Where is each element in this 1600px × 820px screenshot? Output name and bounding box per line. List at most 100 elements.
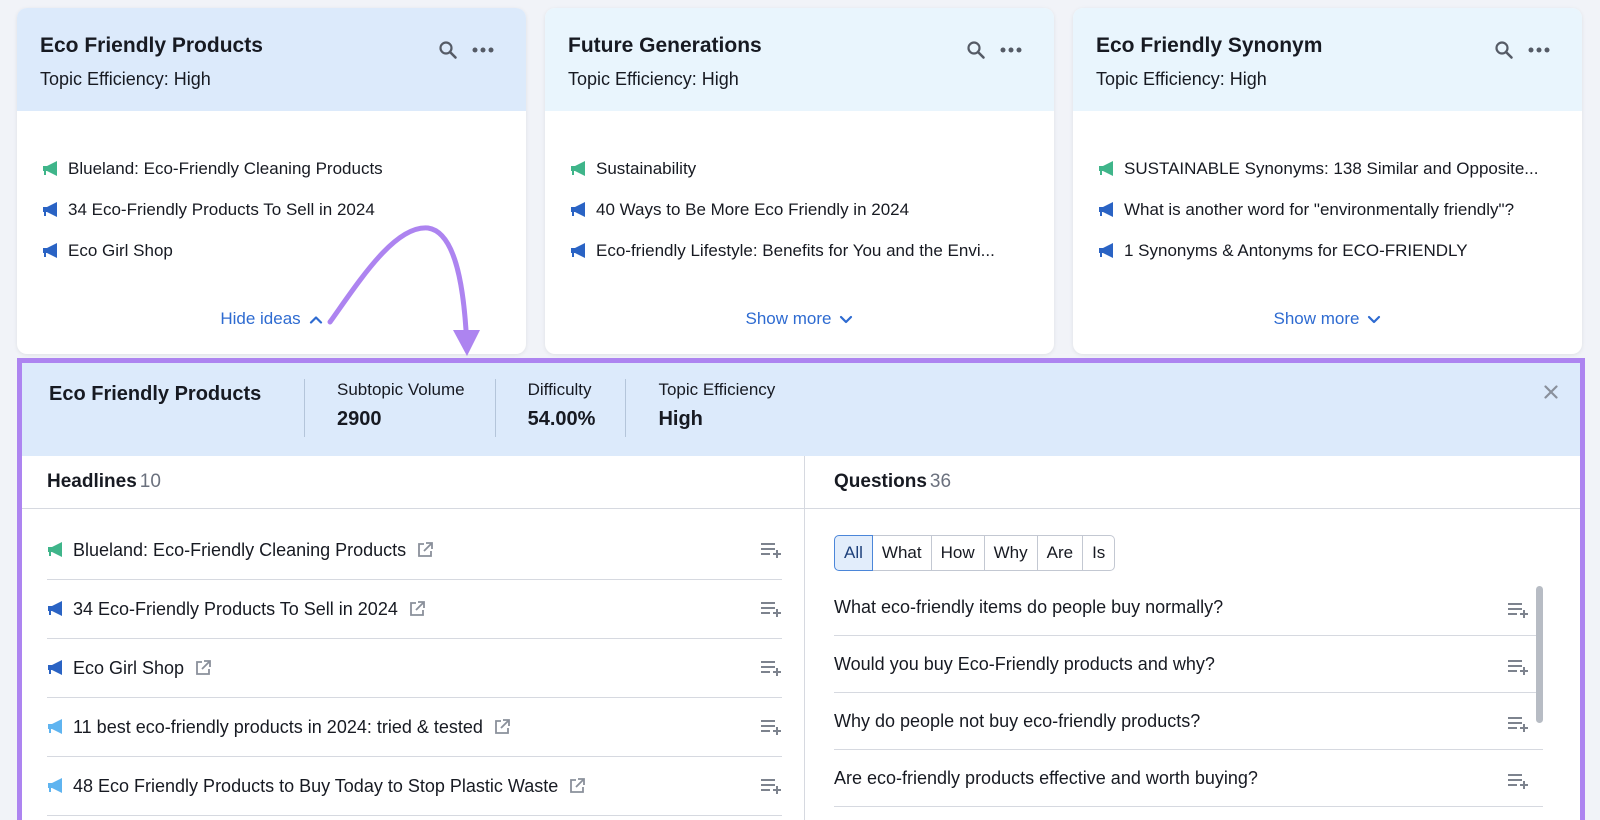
headlines-column: Headlines 10 Blueland: Eco-Friendly Clean…: [22, 456, 805, 820]
headline-row[interactable]: 48 Eco Friendly Products to Buy Today to…: [47, 757, 782, 816]
external-link-icon[interactable]: [568, 777, 586, 795]
question-row[interactable]: What eco-friendly items do people buy no…: [834, 579, 1543, 636]
card-idea-list: SUSTAINABLE Synonyms: 138 Similar and Op…: [1073, 111, 1582, 271]
card-idea-item[interactable]: Eco-friendly Lifestyle: Benefits for You…: [570, 230, 1030, 271]
megaphone-blue-icon: [571, 242, 585, 258]
headline-text: 11 best eco-friendly products in 2024: t…: [73, 716, 483, 737]
show-more-link[interactable]: Show more: [1073, 309, 1582, 329]
question-row[interactable]: Are eco-friendly products effective and …: [834, 750, 1543, 807]
card-idea-text: Sustainability: [596, 158, 697, 178]
metric-value: 2900: [337, 408, 382, 430]
card-idea-item[interactable]: SUSTAINABLE Synonyms: 138 Similar and Op…: [1098, 148, 1558, 189]
filter-is[interactable]: Is: [1083, 535, 1116, 571]
add-to-list-icon[interactable]: [760, 777, 782, 795]
card-tools: [438, 40, 494, 60]
topic-card-future-generations[interactable]: Future Generations Topic Efficiency: Hig…: [545, 8, 1054, 354]
question-filter-group: All What How Why Are Is: [834, 535, 1580, 571]
card-idea-item[interactable]: 40 Ways to Be More Eco Friendly in 2024: [570, 189, 1030, 230]
card-header: Eco Friendly Synonym Topic Efficiency: H…: [1073, 8, 1582, 111]
card-idea-item[interactable]: Eco Girl Shop: [42, 230, 502, 271]
card-title: Eco Friendly Synonym: [1096, 34, 1323, 57]
megaphone-blue-icon: [571, 201, 585, 217]
headlines-label: Headlines: [47, 471, 137, 492]
filter-why[interactable]: Why: [984, 535, 1038, 571]
filter-how[interactable]: How: [931, 535, 985, 571]
link-label: Show more: [745, 309, 832, 328]
card-idea-text: 40 Ways to Be More Eco Friendly in 2024: [596, 199, 910, 219]
external-link-icon[interactable]: [416, 541, 434, 559]
add-to-list-icon[interactable]: [760, 600, 782, 618]
megaphone-green-icon: [1099, 160, 1113, 176]
card-header: Eco Friendly Products Topic Efficiency: …: [17, 8, 526, 111]
question-text: Would you buy Eco-Friendly products and …: [834, 653, 1215, 674]
add-to-list-icon[interactable]: [1507, 715, 1529, 733]
external-link-icon[interactable]: [408, 600, 426, 618]
headlines-list: Blueland: Eco-Friendly Cleaning Products…: [22, 509, 782, 816]
headline-row[interactable]: Eco Girl Shop: [47, 639, 782, 698]
external-link-icon[interactable]: [194, 659, 212, 677]
headline-row[interactable]: 11 best eco-friendly products in 2024: t…: [47, 698, 782, 757]
add-to-list-icon[interactable]: [1507, 601, 1529, 619]
megaphone-blue-icon: [43, 242, 57, 258]
filter-all[interactable]: All: [834, 535, 873, 571]
close-icon[interactable]: [1544, 385, 1558, 399]
metric-value: 54.00%: [527, 408, 596, 430]
card-idea-item[interactable]: What is another word for "environmentall…: [1098, 189, 1558, 230]
add-to-list-icon[interactable]: [1507, 658, 1529, 676]
card-idea-item[interactable]: Sustainability: [570, 148, 1030, 189]
hide-ideas-link[interactable]: Hide ideas: [17, 309, 526, 329]
card-idea-item[interactable]: 1 Synonyms & Antonyms for ECO-FRIENDLY: [1098, 230, 1558, 271]
question-row[interactable]: Why do people not buy eco-friendly produ…: [834, 693, 1543, 750]
more-icon[interactable]: [472, 47, 494, 53]
card-idea-text: Blueland: Eco-Friendly Cleaning Products: [68, 158, 383, 178]
megaphone-blue-icon: [1099, 242, 1113, 258]
card-idea-text: Eco Girl Shop: [68, 240, 173, 260]
megaphone-green-icon: [48, 542, 62, 557]
add-to-list-icon[interactable]: [760, 659, 782, 677]
topic-card-eco-friendly-products[interactable]: Eco Friendly Products Topic Efficiency: …: [17, 8, 526, 354]
card-idea-text: Eco-friendly Lifestyle: Benefits for You…: [596, 240, 995, 260]
question-text: Are eco-friendly products effective and …: [834, 767, 1258, 788]
headline-text: Eco Girl Shop: [73, 657, 185, 678]
headline-text: 34 Eco-Friendly Products To Sell in 2024: [73, 598, 398, 619]
headline-row[interactable]: 34 Eco-Friendly Products To Sell in 2024: [47, 580, 782, 639]
questions-label: Questions: [834, 471, 927, 492]
questions-count: 36: [929, 471, 952, 492]
headlines-header: Headlines 10: [22, 456, 804, 509]
search-icon[interactable]: [438, 40, 458, 60]
questions-scrollbar[interactable]: [1536, 586, 1543, 723]
topic-card-eco-friendly-synonym[interactable]: Eco Friendly Synonym Topic Efficiency: H…: [1073, 8, 1582, 354]
megaphone-green-icon: [571, 160, 585, 176]
metric-label: Difficulty: [527, 380, 592, 399]
search-icon[interactable]: [966, 40, 986, 60]
headline-row[interactable]: Blueland: Eco-Friendly Cleaning Products: [47, 521, 782, 580]
add-to-list-icon[interactable]: [1507, 772, 1529, 790]
metric-topic-efficiency: Topic Efficiency High: [626, 379, 775, 437]
chevron-down-icon: [1368, 315, 1381, 323]
link-label: Show more: [1273, 309, 1360, 328]
card-idea-item[interactable]: 34 Eco-Friendly Products To Sell in 2024: [42, 189, 502, 230]
external-link-icon[interactable]: [493, 718, 511, 736]
topic-detail-panel: Eco Friendly Products Subtopic Volume 29…: [17, 358, 1585, 820]
show-more-link[interactable]: Show more: [545, 309, 1054, 329]
panel-title-block: Eco Friendly Products: [22, 379, 305, 437]
more-icon[interactable]: [1528, 47, 1550, 53]
filter-what[interactable]: What: [872, 535, 932, 571]
card-subtitle: Topic Efficiency: High: [568, 69, 739, 89]
add-to-list-icon[interactable]: [760, 718, 782, 736]
card-title: Eco Friendly Products: [40, 34, 263, 57]
add-to-list-icon[interactable]: [760, 541, 782, 559]
metric-label: Subtopic Volume: [337, 380, 465, 399]
question-row[interactable]: Would you buy Eco-Friendly products and …: [834, 636, 1543, 693]
card-subtitle: Topic Efficiency: High: [40, 69, 211, 89]
questions-list: What eco-friendly items do people buy no…: [805, 571, 1543, 807]
card-idea-item[interactable]: Blueland: Eco-Friendly Cleaning Products: [42, 148, 502, 189]
megaphone-blue-icon: [1099, 201, 1113, 217]
panel-header: Eco Friendly Products Subtopic Volume 29…: [22, 363, 1580, 456]
filter-are[interactable]: Are: [1037, 535, 1084, 571]
search-icon[interactable]: [1494, 40, 1514, 60]
panel-title: Eco Friendly Products: [49, 383, 262, 405]
headline-text: 48 Eco Friendly Products to Buy Today to…: [73, 775, 559, 796]
chevron-down-icon: [840, 315, 853, 323]
more-icon[interactable]: [1000, 47, 1022, 53]
